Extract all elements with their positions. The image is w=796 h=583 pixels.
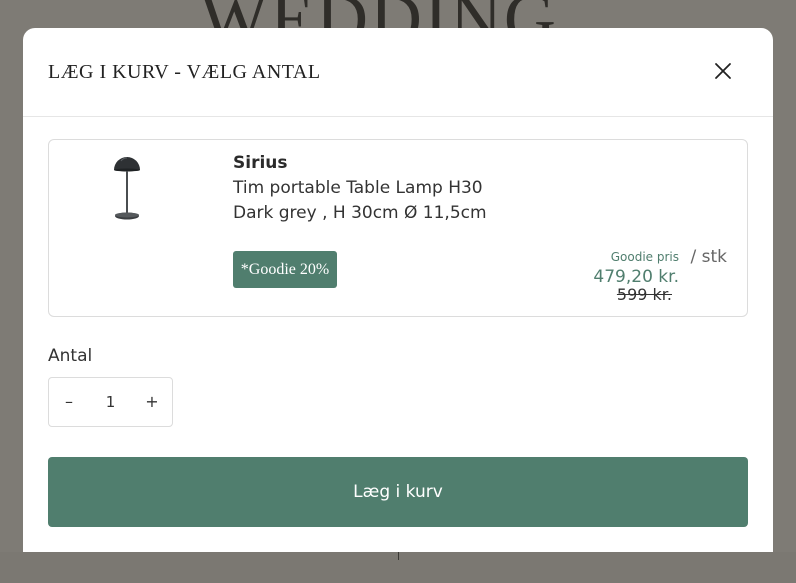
product-name: Tim portable Table Lamp H30 xyxy=(233,178,483,198)
close-button[interactable] xyxy=(710,58,736,84)
quantity-label: Antal xyxy=(48,346,93,366)
quantity-stepper: – 1 + xyxy=(48,377,173,427)
quantity-value[interactable]: 1 xyxy=(89,378,132,426)
goodie-badge: *Goodie 20% xyxy=(233,251,337,288)
decrease-quantity-button[interactable]: – xyxy=(49,378,89,426)
table-lamp-image xyxy=(114,157,140,220)
price-unit: / stk xyxy=(690,247,728,267)
add-to-cart-button[interactable]: Læg i kurv xyxy=(48,457,748,527)
background-divider xyxy=(398,552,399,560)
add-to-cart-modal: LÆG I KURV - VÆLG ANTAL Sirius Tim porta… xyxy=(23,28,773,552)
product-card: Sirius Tim portable Table Lamp H30 Dark … xyxy=(48,139,748,317)
current-price: 479,20 kr. xyxy=(593,267,679,287)
close-icon xyxy=(715,63,731,79)
product-brand: Sirius xyxy=(233,153,288,173)
goodie-price-label: Goodie pris xyxy=(610,250,679,264)
increase-quantity-button[interactable]: + xyxy=(132,378,172,426)
modal-title: LÆG I KURV - VÆLG ANTAL xyxy=(48,61,321,83)
modal-header: LÆG I KURV - VÆLG ANTAL xyxy=(23,28,773,117)
product-variant: Dark grey , H 30cm Ø 11,5cm xyxy=(233,203,487,223)
original-price: 599 kr. xyxy=(616,285,672,304)
